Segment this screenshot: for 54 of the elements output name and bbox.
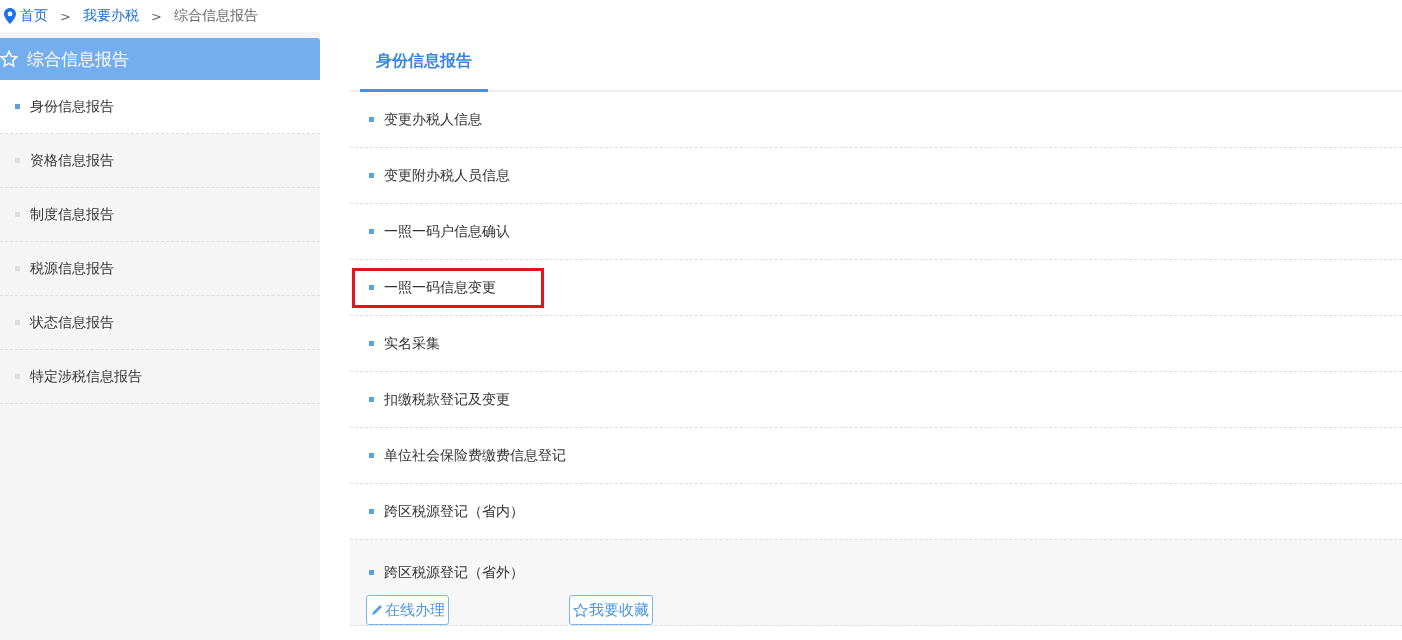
sidebar-title: 综合信息报告 [27, 47, 129, 71]
sidebar-item[interactable]: 特定涉税信息报告 [0, 350, 320, 404]
bullet-icon [15, 104, 20, 109]
star-icon [0, 50, 18, 68]
sidebar-item-label: 资格信息报告 [30, 151, 114, 170]
sidebar-item-label: 状态信息报告 [30, 313, 114, 332]
service-label: 扣缴税款登记及变更 [384, 390, 510, 409]
sidebar-item-label: 制度信息报告 [30, 205, 114, 224]
sidebar-item[interactable]: 身份信息报告 [0, 80, 320, 134]
sidebar-item-label: 身份信息报告 [30, 97, 114, 116]
pencil-icon [370, 603, 384, 617]
sidebar-item[interactable]: 资格信息报告 [0, 134, 320, 188]
bullet-icon [369, 509, 374, 514]
service-row[interactable]: 一照一码户信息确认 [350, 204, 1402, 260]
service-row[interactable]: 实名采集 [350, 316, 1402, 372]
breadcrumb-separator: > [150, 8, 162, 24]
service-row[interactable]: 变更附办税人员信息 [350, 148, 1402, 204]
bullet-icon [369, 229, 374, 234]
bullet-icon [15, 212, 20, 217]
bullet-icon [369, 453, 374, 458]
service-label: 一照一码户信息确认 [384, 222, 510, 241]
bullet-icon [369, 397, 374, 402]
breadcrumb-current: 综合信息报告 [173, 7, 258, 25]
bullet-icon [15, 158, 20, 163]
sidebar-item[interactable]: 制度信息报告 [0, 188, 320, 242]
service-label: 一照一码信息变更 [384, 278, 496, 297]
service-label: 跨区税源登记（省外） [384, 563, 524, 582]
service-label: 变更附办税人员信息 [384, 166, 510, 185]
service-row[interactable]: 变更办税人信息 [350, 92, 1402, 148]
service-row[interactable]: 一照一码信息变更 [350, 260, 1402, 316]
sidebar-item-label: 特定涉税信息报告 [30, 367, 142, 386]
breadcrumb-separator: > [60, 8, 71, 24]
bullet-icon [369, 117, 374, 122]
bullet-icon [369, 341, 374, 346]
service-label: 实名采集 [384, 334, 440, 353]
bullet-icon [369, 173, 374, 178]
location-pin-icon [4, 8, 16, 24]
service-row[interactable]: 单位社会保险费缴费信息登记 [350, 428, 1402, 484]
service-row[interactable]: 扣缴税款登记及变更 [350, 372, 1402, 428]
bullet-icon [369, 570, 374, 575]
service-label: 变更办税人信息 [384, 110, 482, 129]
bullet-icon [15, 266, 20, 271]
sidebar-item[interactable]: 税源信息报告 [0, 242, 320, 296]
bullet-icon [15, 320, 20, 325]
service-label: 跨区税源登记（省内） [384, 502, 524, 521]
star-icon [573, 602, 588, 618]
service-label: 单位社会保险费缴费信息登记 [384, 446, 566, 465]
bullet-icon [369, 285, 374, 290]
bullet-icon [15, 374, 20, 379]
breadcrumb-link[interactable]: 我要办税 [82, 7, 139, 25]
breadcrumb-link[interactable]: 首页 [20, 7, 48, 25]
sidebar-item[interactable]: 状态信息报告 [0, 296, 320, 350]
tab[interactable]: 身份信息报告 [360, 51, 488, 92]
sidebar-item-label: 税源信息报告 [30, 259, 114, 278]
